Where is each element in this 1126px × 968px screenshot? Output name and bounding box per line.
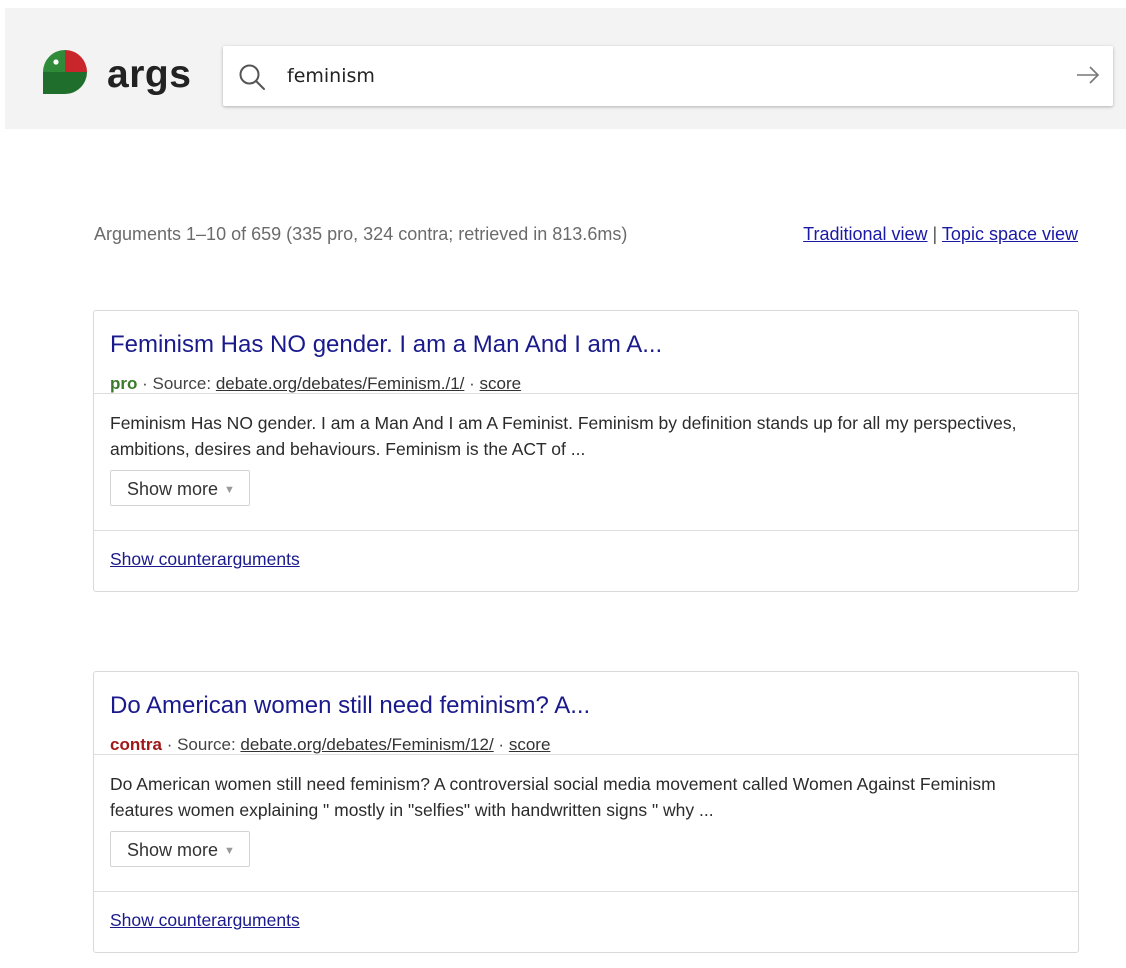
- search-icon: [239, 64, 265, 90]
- results-summary: Arguments 1–10 of 659 (335 pro, 324 cont…: [94, 224, 628, 244]
- search-box: [223, 46, 1113, 106]
- caret-down-icon: ▼: [224, 845, 235, 857]
- meta-dot: ·: [498, 735, 505, 754]
- search-input[interactable]: [287, 60, 1047, 92]
- argument-text: Do American women still need feminism? A…: [110, 774, 996, 820]
- stance-badge: contra: [110, 735, 162, 754]
- logo-text[interactable]: args: [107, 52, 191, 98]
- argument-meta: pro · Source: debate.org/debates/Feminis…: [110, 374, 1062, 394]
- caret-down-icon: ▼: [224, 484, 235, 496]
- argument-footer: Show counterarguments: [94, 531, 1078, 591]
- source-label: · Source:: [142, 374, 212, 393]
- show-more-button[interactable]: Show more ▼: [110, 470, 250, 506]
- show-counterarguments-link[interactable]: Show counterarguments: [110, 910, 300, 930]
- traditional-view-link[interactable]: Traditional view: [803, 224, 927, 244]
- argument-header: Feminism Has NO gender. I am a Man And I…: [94, 311, 1078, 394]
- argument-header: Do American women still need feminism? A…: [94, 672, 1078, 755]
- score-link[interactable]: score: [509, 735, 551, 754]
- source-link[interactable]: debate.org/debates/Feminism./1/: [216, 374, 465, 393]
- score-link[interactable]: score: [480, 374, 522, 393]
- show-counterarguments-link[interactable]: Show counterarguments: [110, 549, 300, 569]
- argument-footer: Show counterarguments: [94, 892, 1078, 952]
- argument-body: Feminism Has NO gender. I am a Man And I…: [94, 394, 1078, 531]
- argument-meta: contra · Source: debate.org/debates/Femi…: [110, 735, 1062, 755]
- show-more-button[interactable]: Show more ▼: [110, 831, 250, 867]
- show-more-label: Show more: [127, 479, 219, 499]
- source-label: · Source:: [166, 735, 236, 754]
- stance-badge: pro: [110, 374, 138, 393]
- args-logo-icon[interactable]: [41, 48, 89, 96]
- view-links: Traditional view | Topic space view: [803, 224, 1078, 245]
- source-link[interactable]: debate.org/debates/Feminism/12/: [240, 735, 493, 754]
- argument-title[interactable]: Feminism Has NO gender. I am a Man And I…: [110, 331, 1062, 359]
- meta-dot: ·: [469, 374, 475, 393]
- argument-card: Feminism Has NO gender. I am a Man And I…: [93, 310, 1079, 592]
- argument-body: Do American women still need feminism? A…: [94, 755, 1078, 892]
- view-separator: |: [932, 224, 938, 244]
- topic-space-view-link[interactable]: Topic space view: [942, 224, 1078, 244]
- show-more-label: Show more: [127, 840, 219, 860]
- arrow-right-icon[interactable]: [1075, 64, 1101, 86]
- argument-title[interactable]: Do American women still need feminism? A…: [110, 692, 1062, 720]
- argument-card: Do American women still need feminism? A…: [93, 671, 1079, 953]
- argument-text: Feminism Has NO gender. I am a Man And I…: [110, 413, 1017, 459]
- header-bar: args: [5, 8, 1126, 129]
